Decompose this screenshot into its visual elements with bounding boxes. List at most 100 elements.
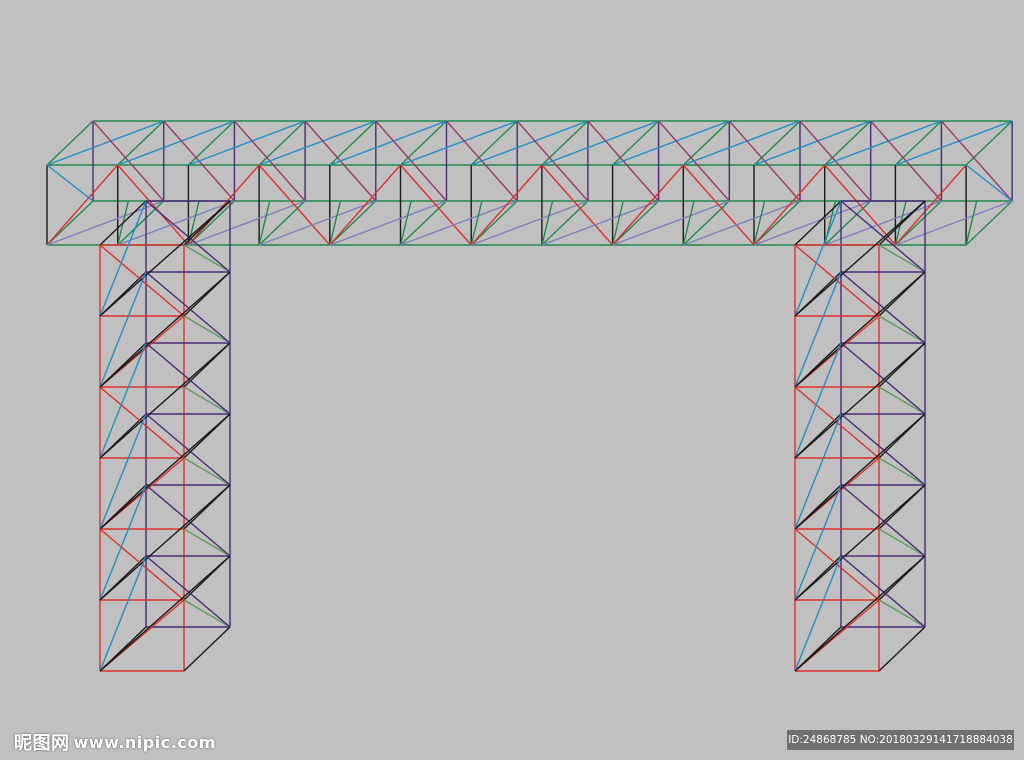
beam-front-diagonal (753, 164, 826, 246)
beam-bottom-diagonal (895, 200, 1013, 246)
column-right-diagonal (183, 457, 231, 486)
beam-depth-top (470, 120, 518, 166)
beam-top-diagonal (400, 120, 518, 166)
beam-bottom-diagonal (400, 200, 518, 246)
column-left-diagonal (794, 271, 842, 388)
beam-inner-diagonal (399, 200, 412, 246)
beam-depth-top (46, 120, 94, 166)
beam-depth-bottom (187, 200, 235, 246)
beam-depth-top (329, 120, 377, 166)
beam-top-diagonal (824, 120, 942, 166)
left-column-truss (99, 200, 231, 672)
beam-bottom-diagonal (612, 200, 730, 246)
beam-depth-bottom (541, 200, 589, 246)
beam-bottom-diagonal (117, 200, 235, 246)
beam-top-diagonal (117, 120, 235, 166)
beam-bottom-diagonal (258, 200, 377, 246)
column-left-diagonal (794, 484, 842, 601)
column-right-diagonal (183, 599, 231, 628)
beam-top-diagonal (258, 120, 377, 166)
beam-depth-bottom (117, 200, 165, 246)
watermark-logo-url: www.nipic.com (73, 732, 216, 752)
canvas: 昵图网 www.nipic.com ID:24868785 NO:2018032… (0, 0, 1024, 760)
column-left-diagonal (99, 484, 147, 601)
column-left-diagonal (99, 200, 147, 317)
beam-front-diagonal (329, 164, 402, 246)
beam-top-diagonal (188, 120, 306, 166)
column-inner-diagonal (99, 271, 231, 388)
beam-front-diagonal (46, 164, 119, 246)
beam-top-diagonal (541, 120, 659, 166)
beam-top-diagonal (683, 120, 801, 166)
column-left-diagonal (794, 555, 842, 672)
watermark-id-badge: ID:24868785 NO:20180329141718884038 (787, 730, 1014, 750)
beam-depth-bottom (682, 200, 730, 246)
column-left-diagonal (794, 200, 842, 317)
column-right-diagonal (878, 528, 926, 557)
column-left-diagonal (794, 413, 842, 530)
beam-top-diagonal (753, 120, 871, 166)
beam-inner-diagonal (541, 200, 554, 246)
column-right-diagonal (183, 528, 231, 557)
beam-front-diagonal (824, 164, 896, 246)
beam-depth-top (400, 120, 447, 166)
column-inner-diagonal (794, 413, 926, 530)
beam-top-diagonal (612, 120, 730, 166)
beam-depth-bottom (470, 200, 518, 246)
column-right-diagonal (878, 244, 926, 273)
beam-bottom-diagonal (753, 200, 871, 246)
beam-bottom-diagonal (683, 200, 801, 246)
beam-front-diagonal (258, 164, 331, 246)
beam-depth-top (187, 120, 235, 166)
beam-depth-bottom (400, 200, 447, 246)
column-inner-diagonal (99, 555, 231, 672)
beam-front-diagonal (117, 164, 189, 246)
beam-depth-bottom (329, 200, 377, 246)
column-left-diagonal (99, 271, 147, 388)
beam-inner-diagonal (682, 200, 695, 246)
watermark-logo-cn: 昵图网 (14, 733, 70, 754)
column-right-diagonal (878, 386, 926, 415)
beam-front-diagonal (470, 164, 543, 246)
column-side-right (878, 626, 926, 672)
column-inner-diagonal (99, 342, 231, 459)
column-inner-diagonal (794, 484, 926, 601)
beam-inner-diagonal (965, 200, 978, 246)
beam-bottom-diagonal (541, 200, 659, 246)
beam-depth-top (682, 120, 730, 166)
column-right-diagonal (183, 315, 231, 344)
beam-top-diagonal (470, 120, 589, 166)
beam-depth-top (612, 120, 660, 166)
column-inner-diagonal (794, 555, 926, 672)
beam-depth-top (541, 120, 589, 166)
column-left-diagonal (99, 555, 147, 672)
column-inner-diagonal (794, 342, 926, 459)
beam-depth-bottom (965, 200, 1013, 246)
beam-front-diagonal (894, 164, 967, 246)
space-truss-gate-icon (46, 120, 1013, 672)
column-left-diagonal (99, 413, 147, 530)
beam-depth-top (824, 120, 872, 166)
column-side-right (183, 626, 231, 672)
beam-front-diagonal (541, 164, 614, 246)
beam-front-diagonal (187, 164, 260, 246)
beam-end-diagonal-right (965, 164, 1013, 202)
beam-bottom-diagonal (470, 200, 589, 246)
beam-depth-bottom (612, 200, 660, 246)
beam-back-diagonal (940, 120, 1013, 202)
beam-front-diagonal (399, 164, 472, 246)
beam-top-diagonal (895, 120, 1013, 166)
beam-depth-top (258, 120, 306, 166)
column-right-diagonal (183, 386, 231, 415)
beam-depth-bottom (753, 200, 801, 246)
beam-depth-top (894, 120, 942, 166)
column-right-diagonal (878, 599, 926, 628)
column-side-left (794, 200, 842, 246)
column-inner-diagonal (794, 271, 926, 388)
beam-depth-top (753, 120, 801, 166)
column-left-diagonal (794, 342, 842, 459)
beam-front-diagonal (682, 164, 755, 246)
beam-inner-diagonal (258, 200, 271, 246)
column-right-diagonal (878, 315, 926, 344)
beam-depth-bottom (46, 200, 94, 246)
